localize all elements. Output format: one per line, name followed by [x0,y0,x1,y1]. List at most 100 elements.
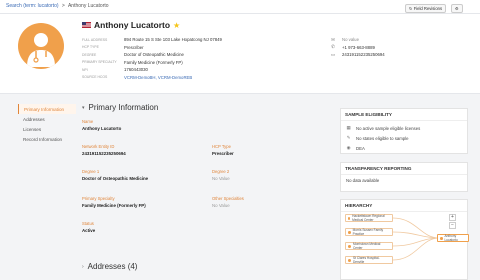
info-value: Family Medicine (Formerly FP) [124,59,183,65]
avatar [18,23,64,69]
node-dot-icon [348,216,351,220]
hierarchy-node-label: Hackettstown Regional Medical Center [352,214,385,222]
contact-info: ✉ No value ✆ +1 973-663-8889 ▭ 24319115223… [330,36,385,59]
field-network-entity-id: Network Entity ID 243191152235250694 [82,144,202,156]
field-value: No Value [212,176,230,181]
info-value: 1760443030 [124,67,148,73]
field-value: Family Medicine (Formerly FP) [82,203,146,208]
breadcrumb-separator: > [61,3,65,9]
transparency-card: TRANSPARENCY REPORTING No data available [340,162,468,192]
hierarchy-card: HIERARCHY Hackettstown Regional Medical … [340,199,469,280]
nav-item-record-information[interactable]: Record Information [18,134,76,144]
node-dot-icon [440,236,443,240]
field-label: Name [82,119,94,124]
id-icon: ▭ [330,51,336,57]
hierarchy-node-label: Morris Sussex Family Practice [352,228,384,236]
addresses-title: Addresses (4) [87,262,138,271]
field-value: 243191152235250694 [82,151,126,156]
field-label: Network Entity ID [82,144,115,149]
chevron-right-icon: › [82,263,84,270]
field-label: Primary Specialty [82,196,115,201]
eligibility-text: DEA [356,145,365,151]
eligibility-text: No states eligible to sample [356,135,409,141]
node-dot-icon [348,244,351,248]
node-dot-icon [348,258,351,262]
field-revisions-label: Field Revisions [413,6,443,11]
eligibility-row: ◉ DEA [341,143,467,153]
doctor-icon [27,33,55,67]
info-label: Degree [82,52,97,57]
pen-icon: ✎ [346,135,351,140]
email-icon: ✉ [331,36,335,42]
star-icon[interactable]: ★ [173,21,180,30]
info-label: Source HCOs [82,75,108,80]
info-label: HCP Type [82,45,99,50]
sample-eligibility-title: SAMPLE ELIGIBILITY [341,109,467,121]
phone-icon: ✆ [331,44,335,50]
field-value: Active [82,228,96,233]
info-label: NPI [82,67,88,72]
contact-value: +1 973-663-8889 [342,44,375,50]
eligibility-row: ✎ No states eligible to sample [341,133,467,143]
primary-info-title: Primary Information [88,103,159,112]
field-hcp-type: HCP Type Prescriber [212,144,332,156]
field-label: Other Specialties [212,196,244,201]
contact-row: ✆ +1 973-663-8889 [330,44,385,52]
info-row: Source HCOs VCRM-DemoBH, VCRM-DemoREB [82,74,222,82]
info-row: HCP Type Prescriber [82,44,222,52]
hierarchy-node[interactable]: Hackettstown Regional Medical Center [345,214,393,222]
info-value: Doctor of Osteopathic Medicine [124,52,184,58]
profile-info: Full Address 894 Route 15 S Ste 103 Lake… [82,36,222,81]
field-status: Status Active [82,221,202,233]
transparency-text: No data available [346,178,380,183]
nav-item-addresses[interactable]: Addresses [18,114,76,124]
nav-item-primary-information[interactable]: Primary Information [18,104,76,114]
contact-value: 243191152235250694 [342,52,385,58]
breadcrumb-current: Anthony Lucatorto [67,3,109,9]
hierarchy-node[interactable]: Morris Sussex Family Practice [345,228,393,236]
field-value: Prescriber [212,151,234,156]
field-revisions-button[interactable]: ↻ Field Revisions [405,4,447,13]
field-degree-2: Degree 2 No Value [212,169,332,181]
chevron-down-icon: ▾ [82,104,85,111]
nav-item-licenses[interactable]: Licenses [18,124,76,134]
field-degree-1: Degree 1 Doctor of Osteopathic Medicine [82,169,202,181]
info-label: Primary Specialty [82,60,117,65]
hierarchy-node[interactable]: Morristown Medical Center [345,242,393,250]
field-value: No Value [212,203,230,208]
revisions-icon: ↻ [409,6,413,11]
settings-button[interactable]: ⚙ [451,4,463,13]
contact-row: ✉ No value [330,36,385,44]
field-other-specialties: Other Specialties No Value [212,196,332,208]
license-icon: ▦ [346,125,351,130]
breadcrumb-search-link[interactable]: Search (term: lucatorto) [6,3,59,9]
name-row: Anthony Lucatorto ★ [82,20,180,30]
info-value[interactable]: VCRM-DemoBH, VCRM-DemoREB [124,75,192,80]
info-label: Full Address [82,37,108,42]
eligibility-text: No active sample eligible licenses [356,125,421,131]
hierarchy-node[interactable]: St Clares Hospital-Denville [345,256,393,264]
info-value: Prescriber [124,44,144,50]
field-value: Anthony Lucatorto [82,126,122,131]
contact-row: ▭ 243191152235250694 [330,51,385,59]
primary-info-header[interactable]: ▾ Primary Information [82,103,158,112]
field-label: Degree 1 [82,169,100,174]
sample-eligibility-card: SAMPLE ELIGIBILITY ▦ No active sample el… [340,108,468,154]
breadcrumb: Search (term: lucatorto) > Anthony Lucat… [6,3,109,9]
hierarchy-target-node[interactable]: Anthony Lucatorto [437,234,469,242]
us-flag-icon [82,22,91,28]
addresses-header[interactable]: › Addresses (4) [82,262,137,271]
dea-icon: ◉ [346,145,351,150]
gear-icon: ⚙ [455,6,459,11]
hierarchy-target-label: Anthony Lucatorto [444,234,458,242]
node-dot-icon [348,230,351,234]
zoom-out-button[interactable]: − [449,222,456,229]
info-row: Degree Doctor of Osteopathic Medicine [82,51,222,59]
hierarchy-node-label: Morristown Medical Center [352,242,381,250]
info-row: Full Address 894 Route 15 S Ste 103 Lake… [82,36,222,44]
contact-value: No value [342,37,359,43]
field-name: Name Anthony Lucatorto [82,119,202,131]
transparency-title: TRANSPARENCY REPORTING [341,163,467,175]
field-primary-specialty: Primary Specialty Family Medicine (Forme… [82,196,202,208]
zoom-in-button[interactable]: + [449,214,456,221]
